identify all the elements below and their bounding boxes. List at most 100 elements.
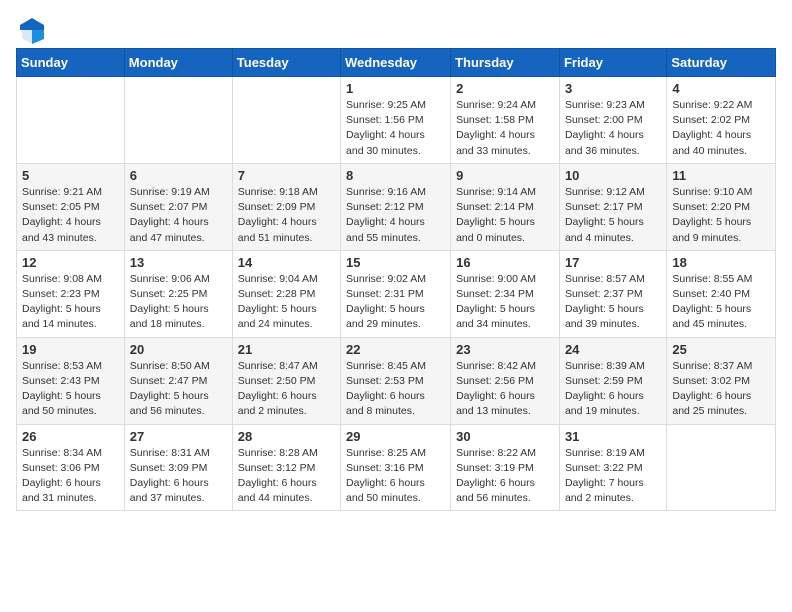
day-number: 8 (346, 168, 445, 183)
day-number: 20 (130, 342, 227, 357)
day-info: Sunrise: 8:28 AM Sunset: 3:12 PM Dayligh… (238, 446, 335, 507)
calendar-cell: 28 Sunrise: 8:28 AM Sunset: 3:12 PM Dayli… (232, 424, 340, 511)
day-of-week-header: Sunday (17, 49, 125, 77)
day-info: Sunrise: 9:16 AM Sunset: 2:12 PM Dayligh… (346, 185, 445, 246)
day-info: Sunrise: 8:25 AM Sunset: 3:16 PM Dayligh… (346, 446, 445, 507)
day-of-week-header: Saturday (667, 49, 776, 77)
day-info: Sunrise: 8:42 AM Sunset: 2:56 PM Dayligh… (456, 359, 554, 420)
calendar-cell (124, 77, 232, 164)
calendar-cell: 17 Sunrise: 8:57 AM Sunset: 2:37 PM Dayli… (559, 250, 666, 337)
day-info: Sunrise: 8:50 AM Sunset: 2:47 PM Dayligh… (130, 359, 227, 420)
calendar-cell (667, 424, 776, 511)
calendar-cell: 6 Sunrise: 9:19 AM Sunset: 2:07 PM Daylig… (124, 163, 232, 250)
calendar-week-row: 26 Sunrise: 8:34 AM Sunset: 3:06 PM Dayli… (17, 424, 776, 511)
calendar-cell: 13Sunrise: 9:06 AM Sunset: 2:25 PM Dayli… (124, 250, 232, 337)
calendar-cell: 15 Sunrise: 9:02 AM Sunset: 2:31 PM Dayli… (341, 250, 451, 337)
day-info: Sunrise: 9:10 AM Sunset: 2:20 PM Dayligh… (672, 185, 770, 246)
day-info: Sunrise: 8:57 AM Sunset: 2:37 PM Dayligh… (565, 272, 661, 333)
day-info: Sunrise: 9:14 AM Sunset: 2:14 PM Dayligh… (456, 185, 554, 246)
day-info: Sunrise: 9:18 AM Sunset: 2:09 PM Dayligh… (238, 185, 335, 246)
day-info: Sunrise: 9:04 AM Sunset: 2:28 PM Dayligh… (238, 272, 335, 333)
calendar-cell: 21 Sunrise: 8:47 AM Sunset: 2:50 PM Dayli… (232, 337, 340, 424)
day-number: 23 (456, 342, 554, 357)
calendar-cell: 14 Sunrise: 9:04 AM Sunset: 2:28 PM Dayli… (232, 250, 340, 337)
day-number: 4 (672, 81, 770, 96)
day-info: Sunrise: 9:24 AM Sunset: 1:58 PM Dayligh… (456, 98, 554, 159)
day-info: Sunrise: 8:31 AM Sunset: 3:09 PM Dayligh… (130, 446, 227, 507)
day-info: Sunrise: 9:08 AM Sunset: 2:23 PM Dayligh… (22, 272, 119, 333)
calendar-week-row: 19 Sunrise: 8:53 AM Sunset: 2:43 PM Dayli… (17, 337, 776, 424)
day-number: 1 (346, 81, 445, 96)
calendar-table: SundayMondayTuesdayWednesdayThursdayFrid… (16, 48, 776, 511)
calendar-cell: 1Sunrise: 9:25 AM Sunset: 1:56 PM Daylig… (341, 77, 451, 164)
day-info: Sunrise: 9:23 AM Sunset: 2:00 PM Dayligh… (565, 98, 661, 159)
calendar-cell (232, 77, 340, 164)
calendar-cell: 27 Sunrise: 8:31 AM Sunset: 3:09 PM Dayli… (124, 424, 232, 511)
day-info: Sunrise: 8:53 AM Sunset: 2:43 PM Dayligh… (22, 359, 119, 420)
day-number: 25 (672, 342, 770, 357)
day-number: 17 (565, 255, 661, 270)
calendar-cell: 11 Sunrise: 9:10 AM Sunset: 2:20 PM Dayli… (667, 163, 776, 250)
calendar-cell: 7 Sunrise: 9:18 AM Sunset: 2:09 PM Daylig… (232, 163, 340, 250)
calendar-cell: 29Sunrise: 8:25 AM Sunset: 3:16 PM Dayli… (341, 424, 451, 511)
page-header (16, 16, 776, 40)
day-number: 11 (672, 168, 770, 183)
calendar-cell: 12 Sunrise: 9:08 AM Sunset: 2:23 PM Dayli… (17, 250, 125, 337)
day-number: 13 (130, 255, 227, 270)
logo-icon (18, 16, 46, 44)
day-number: 10 (565, 168, 661, 183)
day-info: Sunrise: 8:22 AM Sunset: 3:19 PM Dayligh… (456, 446, 554, 507)
calendar-cell: 4 Sunrise: 9:22 AM Sunset: 2:02 PM Daylig… (667, 77, 776, 164)
day-info: Sunrise: 8:47 AM Sunset: 2:50 PM Dayligh… (238, 359, 335, 420)
calendar-week-row: 12 Sunrise: 9:08 AM Sunset: 2:23 PM Dayli… (17, 250, 776, 337)
day-number: 19 (22, 342, 119, 357)
day-info: Sunrise: 8:34 AM Sunset: 3:06 PM Dayligh… (22, 446, 119, 507)
calendar-cell: 5Sunrise: 9:21 AM Sunset: 2:05 PM Daylig… (17, 163, 125, 250)
day-info: Sunrise: 9:19 AM Sunset: 2:07 PM Dayligh… (130, 185, 227, 246)
calendar-header-row: SundayMondayTuesdayWednesdayThursdayFrid… (17, 49, 776, 77)
day-of-week-header: Friday (559, 49, 666, 77)
calendar-cell: 22Sunrise: 8:45 AM Sunset: 2:53 PM Dayli… (341, 337, 451, 424)
day-number: 15 (346, 255, 445, 270)
day-info: Sunrise: 9:22 AM Sunset: 2:02 PM Dayligh… (672, 98, 770, 159)
calendar-cell: 2 Sunrise: 9:24 AM Sunset: 1:58 PM Daylig… (451, 77, 560, 164)
day-number: 28 (238, 429, 335, 444)
calendar-cell: 25 Sunrise: 8:37 AM Sunset: 3:02 PM Dayli… (667, 337, 776, 424)
calendar-cell (17, 77, 125, 164)
day-number: 30 (456, 429, 554, 444)
calendar-cell: 3Sunrise: 9:23 AM Sunset: 2:00 PM Daylig… (559, 77, 666, 164)
day-info: Sunrise: 9:12 AM Sunset: 2:17 PM Dayligh… (565, 185, 661, 246)
day-number: 12 (22, 255, 119, 270)
calendar-cell: 31 Sunrise: 8:19 AM Sunset: 3:22 PM Dayli… (559, 424, 666, 511)
calendar-cell: 8 Sunrise: 9:16 AM Sunset: 2:12 PM Daylig… (341, 163, 451, 250)
day-number: 27 (130, 429, 227, 444)
calendar-cell: 18Sunrise: 8:55 AM Sunset: 2:40 PM Dayli… (667, 250, 776, 337)
day-info: Sunrise: 9:21 AM Sunset: 2:05 PM Dayligh… (22, 185, 119, 246)
day-number: 31 (565, 429, 661, 444)
day-info: Sunrise: 8:19 AM Sunset: 3:22 PM Dayligh… (565, 446, 661, 507)
day-number: 18 (672, 255, 770, 270)
calendar-cell: 16Sunrise: 9:00 AM Sunset: 2:34 PM Dayli… (451, 250, 560, 337)
calendar-week-row: 1Sunrise: 9:25 AM Sunset: 1:56 PM Daylig… (17, 77, 776, 164)
day-number: 14 (238, 255, 335, 270)
day-number: 6 (130, 168, 227, 183)
day-of-week-header: Monday (124, 49, 232, 77)
day-number: 26 (22, 429, 119, 444)
day-info: Sunrise: 9:00 AM Sunset: 2:34 PM Dayligh… (456, 272, 554, 333)
calendar-cell: 10 Sunrise: 9:12 AM Sunset: 2:17 PM Dayli… (559, 163, 666, 250)
day-info: Sunrise: 9:02 AM Sunset: 2:31 PM Dayligh… (346, 272, 445, 333)
calendar-cell: 24 Sunrise: 8:39 AM Sunset: 2:59 PM Dayli… (559, 337, 666, 424)
day-number: 7 (238, 168, 335, 183)
day-number: 21 (238, 342, 335, 357)
day-number: 2 (456, 81, 554, 96)
calendar-cell: 26 Sunrise: 8:34 AM Sunset: 3:06 PM Dayli… (17, 424, 125, 511)
day-info: Sunrise: 8:37 AM Sunset: 3:02 PM Dayligh… (672, 359, 770, 420)
calendar-cell: 30 Sunrise: 8:22 AM Sunset: 3:19 PM Dayli… (451, 424, 560, 511)
calendar-cell: 19 Sunrise: 8:53 AM Sunset: 2:43 PM Dayli… (17, 337, 125, 424)
day-number: 24 (565, 342, 661, 357)
day-info: Sunrise: 8:39 AM Sunset: 2:59 PM Dayligh… (565, 359, 661, 420)
day-of-week-header: Tuesday (232, 49, 340, 77)
day-of-week-header: Thursday (451, 49, 560, 77)
day-number: 9 (456, 168, 554, 183)
day-info: Sunrise: 8:45 AM Sunset: 2:53 PM Dayligh… (346, 359, 445, 420)
